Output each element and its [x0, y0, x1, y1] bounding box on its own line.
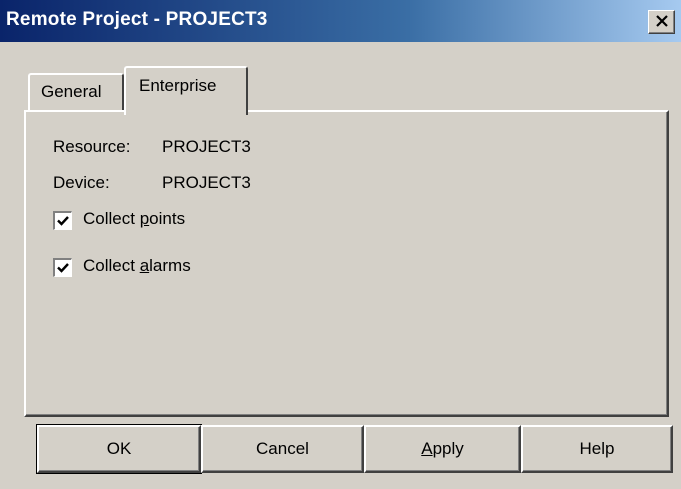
- checkmark-icon: [57, 263, 69, 273]
- collect-alarms-label: Collect alarms: [83, 256, 191, 276]
- collect-alarms-checkbox[interactable]: [53, 258, 72, 277]
- close-button[interactable]: [648, 10, 675, 34]
- collect-alarms-accel: a: [139, 256, 150, 275]
- help-button[interactable]: Help: [521, 425, 673, 473]
- ok-button-label: OK: [106, 439, 132, 458]
- resource-value: PROJECT3: [162, 137, 251, 156]
- cancel-button[interactable]: Cancel: [201, 425, 364, 473]
- collect-points-accel: p: [139, 209, 150, 228]
- resource-label: Resource:: [53, 137, 131, 156]
- title-bar[interactable]: Remote Project - PROJECT3: [0, 0, 681, 42]
- collect-points-label-post: oints: [149, 209, 186, 228]
- checkmark-icon: [57, 216, 69, 226]
- close-icon: [656, 15, 668, 27]
- apply-button-label-post: pply: [432, 439, 464, 458]
- collect-points-label-pre: Collect: [83, 209, 140, 228]
- tab-enterprise-label: Enterprise: [139, 76, 217, 95]
- ok-button[interactable]: OK: [36, 424, 202, 474]
- collect-alarms-label-pre: Collect: [83, 256, 140, 275]
- cancel-button-label: Cancel: [256, 439, 309, 458]
- apply-button-label: Apply: [421, 439, 464, 459]
- collect-alarms-label-post: larms: [149, 256, 191, 275]
- device-value: PROJECT3: [162, 173, 251, 192]
- tab-general-label: General: [41, 82, 102, 101]
- remote-project-dialog: Remote Project - PROJECT3 General Enterp…: [0, 0, 681, 489]
- apply-accel: A: [421, 439, 433, 458]
- window-title: Remote Project - PROJECT3: [6, 9, 268, 30]
- device-label: Device:: [53, 173, 110, 192]
- apply-button[interactable]: Apply: [364, 425, 521, 473]
- tab-general[interactable]: General: [28, 73, 124, 112]
- collect-points-label: Collect points: [83, 209, 185, 229]
- collect-points-checkbox[interactable]: [53, 211, 72, 230]
- help-button-label: Help: [579, 439, 615, 458]
- tab-enterprise[interactable]: Enterprise: [124, 66, 248, 115]
